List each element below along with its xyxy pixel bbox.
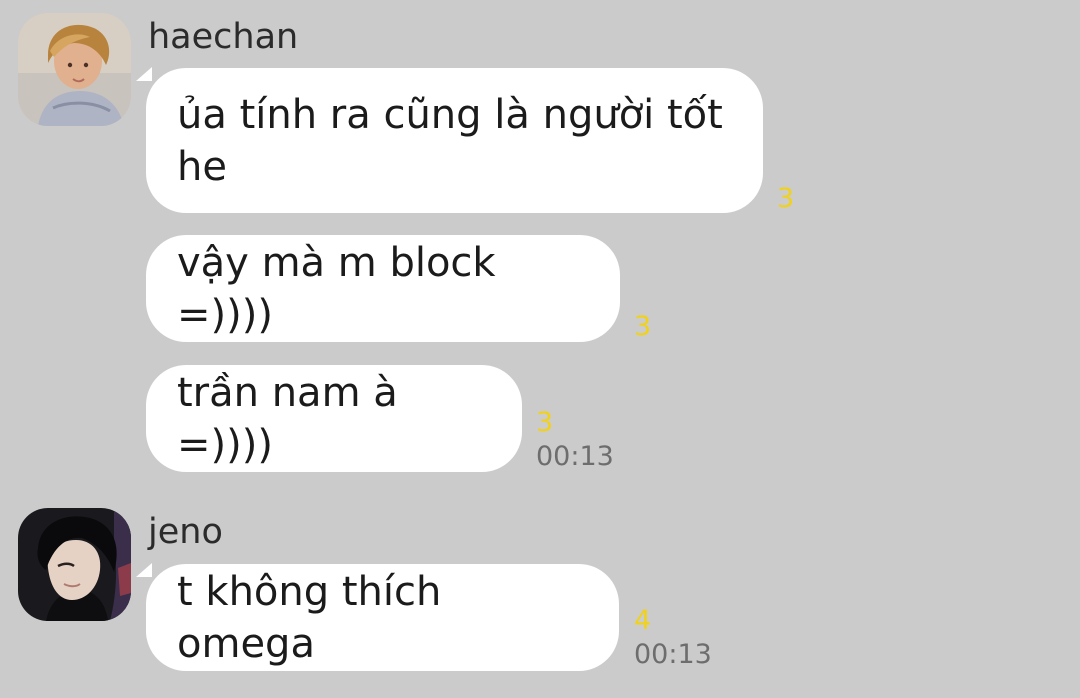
sender-name-haechan: haechan bbox=[148, 17, 299, 57]
unread-count: 4 bbox=[634, 605, 652, 636]
message-bubble[interactable]: trần nam à =)))) bbox=[146, 365, 522, 472]
message-bubble[interactable]: t không thích omega bbox=[146, 564, 619, 671]
message-text: vậy mà m block =)))) bbox=[177, 239, 496, 338]
chat-view: haechan ủa tính ra cũng là người tốt he … bbox=[0, 0, 1080, 698]
message-text: trần nam à =)))) bbox=[177, 369, 398, 468]
unread-count: 3 bbox=[777, 183, 795, 214]
message-timestamp: 00:13 bbox=[536, 441, 614, 472]
avatar-jeno[interactable] bbox=[18, 508, 131, 621]
message-line: he bbox=[177, 143, 227, 190]
bubble-tail bbox=[136, 67, 152, 81]
message-text: ủa tính ra cũng là người tốt he bbox=[177, 89, 723, 193]
avatar-haechan[interactable] bbox=[18, 13, 131, 126]
message-text: t không thích omega bbox=[177, 568, 442, 667]
message-timestamp: 00:13 bbox=[634, 639, 712, 670]
message-line: ủa tính ra cũng là người tốt bbox=[177, 91, 723, 138]
avatar-haechan-image bbox=[18, 13, 131, 126]
unread-count: 3 bbox=[634, 311, 652, 342]
sender-name-jeno: jeno bbox=[148, 512, 223, 552]
bubble-tail bbox=[136, 563, 152, 577]
message-bubble[interactable]: vậy mà m block =)))) bbox=[146, 235, 620, 342]
message-bubble[interactable]: ủa tính ra cũng là người tốt he bbox=[146, 68, 763, 213]
unread-count: 3 bbox=[536, 407, 554, 438]
avatar-jeno-image bbox=[18, 508, 131, 621]
